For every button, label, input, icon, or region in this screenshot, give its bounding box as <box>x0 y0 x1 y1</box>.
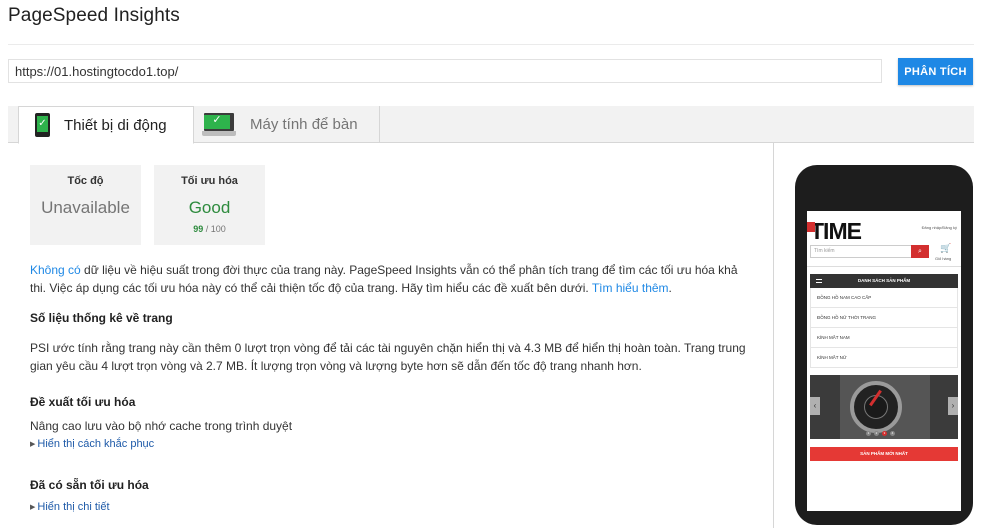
hamburger-icon <box>816 279 822 283</box>
stats-text: PSI ước tính rằng trang này cần thêm 0 l… <box>30 341 746 373</box>
preview-menu-item: KÍNH MẮT NỮ <box>810 348 958 368</box>
preview-menu-item: ĐỒNG HỒ NAM CAO CẤP <box>810 288 958 308</box>
triangle-right-icon: ▶ <box>30 504 36 511</box>
cart-icon: 🛒 <box>940 243 952 253</box>
preview-menu-heading: DANH SÁCH SẢN PHẨM <box>810 274 958 288</box>
header-divider <box>8 44 974 45</box>
page-title: PageSpeed Insights <box>8 5 180 26</box>
preview-screen: TIME Đăng nhập/Đăng ký Tìm kiếm ⌕ 🛒 Giỏ … <box>807 211 961 511</box>
speed-score-card: Tốc độ Unavailable <box>30 165 141 245</box>
preview-logo: TIME <box>807 219 862 243</box>
menu-icon <box>807 222 815 232</box>
analyze-button[interactable]: PHÂN TÍCH <box>898 58 973 85</box>
preview-menu-item: ĐỒNG HỒ NỮ THỜI TRANG <box>810 308 958 328</box>
slider-next-icon: › <box>948 397 958 415</box>
slider-prev-icon: ‹ <box>810 397 820 415</box>
suggestion-item: Nâng cao lưu vào bộ nhớ cache trong trìn… <box>30 419 293 433</box>
optimization-value: Good <box>188 198 231 217</box>
url-input[interactable] <box>8 59 882 83</box>
preview-banner: ‹ › 1234 <box>810 375 958 439</box>
tab-mobile[interactable]: ✓ Thiết bị di động <box>18 106 194 144</box>
watch-image <box>850 381 902 433</box>
optimization-label: Tối ưu hóa <box>181 175 238 187</box>
speed-label: Tốc độ <box>67 175 104 187</box>
optimization-score-card: Tối ưu hóa Good 99 / 100 <box>154 165 265 245</box>
learn-more-link[interactable]: Tìm hiểu thêm <box>592 281 669 295</box>
show-fix-toggle[interactable]: ▶ Hiển thị cách khắc phục <box>30 438 154 450</box>
preview-divider <box>773 143 774 528</box>
preview-new-products: SẢN PHẨM MỚI NHẤT <box>810 447 958 461</box>
tab-desktop-label: Máy tính để bàn <box>250 116 358 133</box>
intro-text: Không có dữ liệu về hiệu suất trong đời … <box>30 263 738 295</box>
preview-menu-item: KÍNH MẮT NAM <box>810 328 958 348</box>
speed-value: Unavailable <box>41 198 130 217</box>
mobile-preview: TIME Đăng nhập/Đăng ký Tìm kiếm ⌕ 🛒 Giỏ … <box>795 165 973 525</box>
tab-mobile-label: Thiết bị di động <box>64 116 167 134</box>
optimization-score: 99 / 100 <box>193 224 226 234</box>
desktop-monitor-icon: ✓ <box>202 112 236 137</box>
suggestions-heading: Đề xuất tối ưu hóa <box>30 395 136 409</box>
preview-cart-label: Giỏ hàng <box>935 256 952 261</box>
stats-heading: Số liệu thống kê về trang <box>30 311 173 325</box>
tab-desktop[interactable]: ✓ Máy tính để bàn <box>194 106 380 143</box>
mobile-phone-icon: ✓ <box>35 113 50 137</box>
preview-login: Đăng nhập/Đăng ký <box>921 225 957 230</box>
slider-dots: 1234 <box>866 431 895 436</box>
search-icon: ⌕ <box>911 245 929 258</box>
show-details-toggle[interactable]: ▶ Hiển thị chi tiết <box>30 501 110 513</box>
existing-heading: Đã có sẵn tối ưu hóa <box>30 478 149 492</box>
triangle-right-icon: ▶ <box>30 441 36 448</box>
device-tab-bar: ✓ Thiết bị di động ✓ Máy tính để bàn <box>8 106 974 144</box>
no-data-link[interactable]: Không có <box>30 263 81 277</box>
